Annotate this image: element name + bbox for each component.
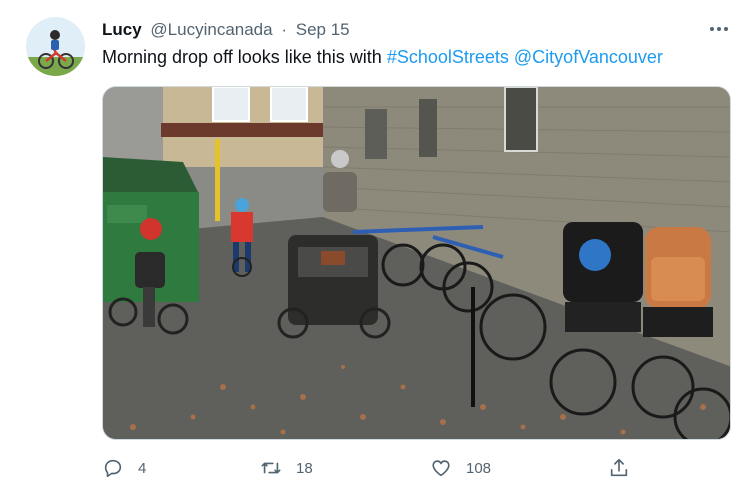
mention-link[interactable]: @CityofVancouver [514,47,663,67]
photo-illustration [103,87,730,439]
more-button[interactable] [706,18,732,40]
avatar[interactable] [26,17,85,76]
tweet-text: Morning drop off looks like this with #S… [102,46,663,68]
tweet: Lucy @Lucyincanada · Sep 15 Morning drop… [0,0,752,479]
tweet-text-prefix: Morning drop off looks like this with [102,47,387,67]
share-icon [610,458,628,477]
like-button[interactable]: 108 [430,456,491,480]
retweet-button[interactable]: 18 [260,456,313,480]
reply-icon [104,459,122,478]
tweet-header: Lucy @Lucyincanada · Sep 15 [102,20,350,40]
heart-icon [432,460,450,477]
more-icon [710,27,728,31]
author-handle[interactable]: @Lucyincanada [150,20,272,39]
reply-count: 4 [138,459,147,477]
tweet-photo[interactable] [102,86,731,440]
hashtag-link[interactable]: #SchoolStreets [387,47,509,67]
like-count: 108 [466,459,492,477]
retweet-count: 18 [296,459,313,477]
author-name[interactable]: Lucy [102,20,142,39]
avatar-image [26,17,85,76]
reply-button[interactable]: 4 [102,456,146,480]
action-bar: 4 18 108 [102,456,742,480]
share-button[interactable] [608,456,630,480]
separator-dot: · [281,20,287,39]
tweet-date[interactable]: Sep 15 [296,20,350,39]
retweet-icon [261,462,281,474]
